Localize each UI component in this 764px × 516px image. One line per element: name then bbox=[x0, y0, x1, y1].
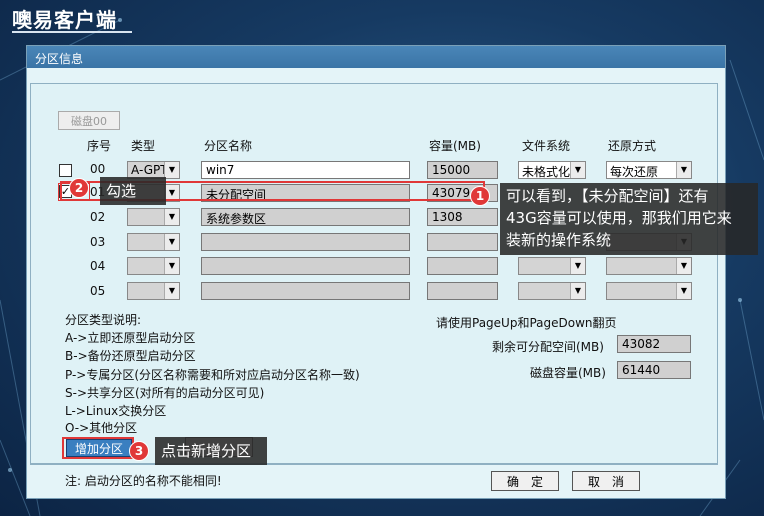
divider bbox=[30, 463, 718, 464]
title-underline bbox=[12, 31, 132, 33]
chevron-down-icon[interactable]: ▼ bbox=[570, 283, 585, 299]
partition-name-input[interactable] bbox=[201, 257, 410, 275]
partition-name-input[interactable] bbox=[201, 233, 410, 251]
chevron-down-icon[interactable]: ▼ bbox=[164, 283, 179, 299]
type-select[interactable]: ▼ bbox=[127, 208, 180, 226]
legend-item: O->其他分区 bbox=[65, 421, 138, 435]
legend-item: P->专属分区(分区名称需要和所对应启动分区名称一致) bbox=[65, 368, 360, 382]
chevron-down-icon[interactable]: ▼ bbox=[570, 258, 585, 274]
row-number: 04 bbox=[90, 259, 106, 273]
annotation-badge-2: 2 bbox=[69, 178, 89, 198]
note-text: 注: 启动分区的名称不能相同! bbox=[65, 474, 222, 488]
app-title: 噢易客户端 bbox=[12, 8, 117, 32]
col-header-restore: 还原方式 bbox=[608, 139, 657, 153]
size-input[interactable] bbox=[427, 233, 498, 251]
col-header-name: 分区名称 bbox=[204, 139, 253, 153]
chevron-down-icon[interactable]: ▼ bbox=[164, 209, 179, 225]
annotation-callout-2: 勾选 bbox=[100, 177, 166, 205]
row-checkbox[interactable] bbox=[59, 164, 72, 177]
col-header-no: 序号 bbox=[87, 139, 112, 153]
row-number: 05 bbox=[90, 284, 106, 298]
size-input[interactable] bbox=[427, 257, 498, 275]
annotation-badge-3: 3 bbox=[129, 441, 149, 461]
chevron-down-icon[interactable]: ▼ bbox=[676, 283, 691, 299]
annotation-badge-1: 1 bbox=[470, 186, 490, 206]
annotation-highlight-add bbox=[62, 437, 134, 459]
restore-select[interactable]: 每次还原 ▼ bbox=[606, 161, 692, 179]
disk-tab[interactable]: 磁盘00 bbox=[58, 111, 120, 130]
annotation-text: 勾选 bbox=[106, 182, 137, 200]
legend-title: 分区类型说明: bbox=[65, 313, 142, 327]
partition-name-input[interactable]: win7 bbox=[201, 161, 410, 179]
chevron-down-icon[interactable]: ▼ bbox=[676, 258, 691, 274]
chevron-down-icon[interactable]: ▼ bbox=[164, 162, 179, 178]
annotation-text: 43G容量可以使用，那我们用它来 bbox=[506, 209, 732, 227]
fs-select[interactable]: ▼ bbox=[518, 282, 586, 300]
fs-select[interactable]: ▼ bbox=[518, 257, 586, 275]
annotation-text: 装新的操作系统 bbox=[506, 231, 612, 249]
fs-select[interactable]: 未格式化 ▼ bbox=[518, 161, 586, 179]
chevron-down-icon[interactable]: ▼ bbox=[570, 162, 585, 178]
size-input[interactable]: 15000 bbox=[427, 161, 498, 179]
legend-item: B->备份还原型启动分区 bbox=[65, 349, 196, 363]
chevron-down-icon[interactable]: ▼ bbox=[676, 162, 691, 178]
type-value: A-GPT bbox=[131, 163, 168, 177]
disk-capacity-value: 61440 bbox=[617, 361, 691, 379]
annotation-callout-1: 可以看到，【未分配空间】还有 43G容量可以使用，那我们用它来 装新的操作系统 bbox=[500, 183, 758, 255]
col-header-type: 类型 bbox=[131, 139, 156, 153]
remaining-label: 剩余可分配空间(MB) bbox=[492, 340, 604, 354]
legend-item: A->立即还原型启动分区 bbox=[65, 331, 196, 345]
annotation-text: 点击新增分区 bbox=[161, 442, 252, 460]
type-select[interactable]: ▼ bbox=[127, 233, 180, 251]
size-input[interactable] bbox=[427, 282, 498, 300]
annotation-callout-3: 点击新增分区 bbox=[155, 437, 267, 465]
restore-select[interactable]: ▼ bbox=[606, 257, 692, 275]
type-select[interactable]: ▼ bbox=[127, 282, 180, 300]
disk-capacity-label: 磁盘容量(MB) bbox=[530, 366, 606, 380]
type-select[interactable]: ▼ bbox=[127, 257, 180, 275]
fs-value: 未格式化 bbox=[522, 165, 571, 179]
ok-button[interactable]: 确 定 bbox=[491, 471, 559, 491]
restore-value: 每次还原 bbox=[610, 165, 659, 179]
cancel-button[interactable]: 取 消 bbox=[572, 471, 640, 491]
col-header-fs: 文件系统 bbox=[522, 139, 571, 153]
col-header-size: 容量(MB) bbox=[429, 139, 481, 153]
row-number: 00 bbox=[90, 162, 106, 176]
legend-item: L->Linux交换分区 bbox=[65, 404, 167, 418]
annotation-text: 可以看到，【未分配空间】还有 bbox=[506, 187, 709, 205]
chevron-down-icon[interactable]: ▼ bbox=[164, 234, 179, 250]
panel-title: 分区信息 bbox=[27, 46, 725, 68]
paging-hint: 请使用PageUp和PageDown翻页 bbox=[436, 316, 617, 330]
partition-name-input[interactable] bbox=[201, 282, 410, 300]
row-number: 02 bbox=[90, 210, 106, 224]
chevron-down-icon[interactable]: ▼ bbox=[164, 258, 179, 274]
restore-select[interactable]: ▼ bbox=[606, 282, 692, 300]
legend-item: S->共享分区(对所有的启动分区可见) bbox=[65, 386, 265, 400]
row-number: 03 bbox=[90, 235, 106, 249]
partition-name-input[interactable]: 系统参数区 bbox=[201, 208, 410, 226]
remaining-value: 43082 bbox=[617, 335, 691, 353]
size-input[interactable]: 1308 bbox=[427, 208, 498, 226]
